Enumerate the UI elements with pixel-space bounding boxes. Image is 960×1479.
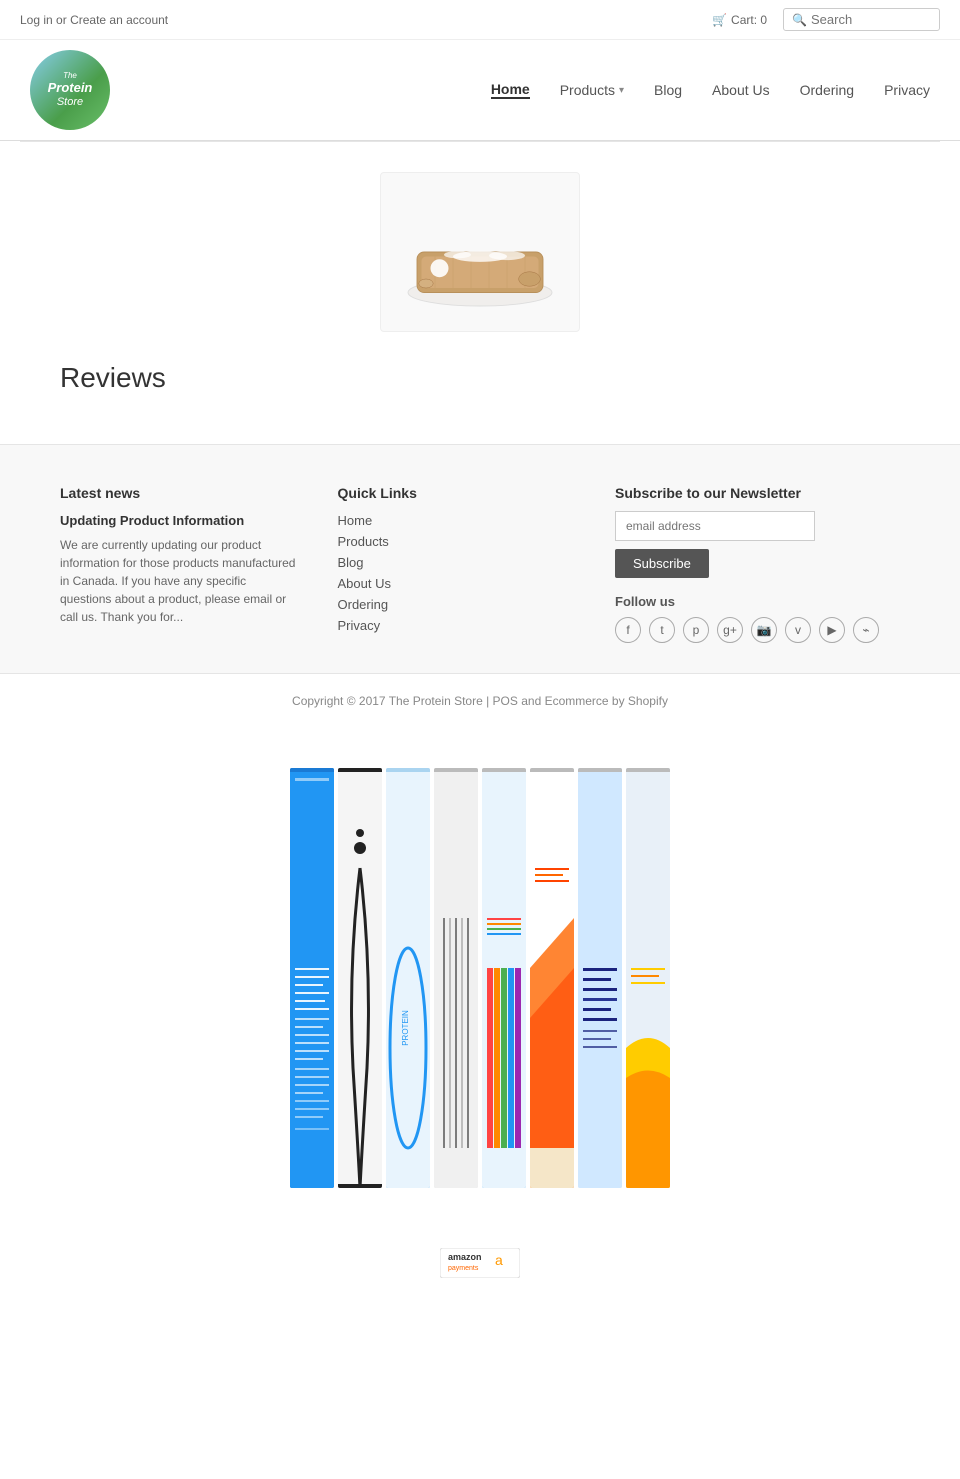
search-input[interactable]: [811, 12, 931, 27]
follow-us-section: Follow us f t p g+ 📷 v ▶ ⌁: [615, 594, 900, 643]
nav-ordering[interactable]: Ordering: [800, 82, 854, 98]
main-nav: Home Products ▾ Blog About Us Ordering P…: [491, 81, 930, 99]
news-article-title[interactable]: Updating Product Information: [60, 513, 298, 528]
svg-text:a: a: [495, 1252, 503, 1268]
instagram-icon[interactable]: 📷: [751, 617, 777, 643]
login-link[interactable]: Log in: [20, 13, 53, 27]
book-7-svg: [578, 768, 622, 1188]
footer-link-home[interactable]: Home: [338, 513, 576, 528]
svg-text:payments: payments: [448, 1265, 479, 1272]
logo-the: The: [48, 71, 93, 81]
footer-link-ordering[interactable]: Ordering: [338, 597, 576, 612]
nav-blog[interactable]: Blog: [654, 82, 682, 98]
book-1-svg: [290, 768, 334, 1188]
footer-link-about[interactable]: About Us: [338, 576, 576, 591]
amazon-svg: amazon payments a: [440, 1248, 520, 1278]
googleplus-icon[interactable]: g+: [717, 617, 743, 643]
book-item-3[interactable]: PROTEIN: [386, 768, 430, 1188]
footer-link-products[interactable]: Products: [338, 534, 576, 549]
book-6-svg: [530, 768, 574, 1188]
amazon-badge[interactable]: amazon payments a: [440, 1248, 520, 1281]
or-text: or: [56, 13, 67, 27]
cart-icon: 🛒: [712, 13, 727, 27]
footer-links-col: Quick Links Home Products Blog About Us …: [338, 485, 576, 643]
nav-home[interactable]: Home: [491, 81, 530, 99]
book-5-svg: [482, 768, 526, 1188]
newsletter-email-input[interactable]: [615, 511, 815, 541]
pinterest-icon[interactable]: p: [683, 617, 709, 643]
book-item-4[interactable]: [434, 768, 478, 1188]
nav-products[interactable]: Products: [560, 82, 615, 98]
reviews-heading: Reviews: [60, 362, 900, 394]
book-2-svg: [338, 768, 382, 1188]
copyright: Copyright © 2017 The Protein Store | POS…: [0, 673, 960, 728]
social-icons-row: f t p g+ 📷 v ▶ ⌁: [615, 617, 900, 643]
logo-circle: The Protein Store: [30, 50, 110, 130]
book-item-7[interactable]: [578, 768, 622, 1188]
footer: Latest news Updating Product Information…: [0, 444, 960, 673]
search-icon: 🔍: [792, 13, 807, 27]
cart-label: Cart: 0: [731, 13, 767, 27]
copyright-text: Copyright © 2017 The Protein Store | POS…: [292, 694, 668, 708]
book-item-2[interactable]: [338, 768, 382, 1188]
logo-text: The Protein Store: [48, 71, 93, 109]
facebook-icon[interactable]: f: [615, 617, 641, 643]
nav-products-wrapper[interactable]: Products ▾: [560, 82, 624, 98]
footer-news-col: Latest news Updating Product Information…: [60, 485, 298, 643]
food-svg: [390, 187, 570, 317]
book-4-svg: [434, 768, 478, 1188]
chevron-down-icon: ▾: [619, 85, 624, 96]
news-article-text: We are currently updating our product in…: [60, 536, 298, 626]
create-account-link[interactable]: Create an account: [70, 13, 168, 27]
svg-text:PROTEIN: PROTEIN: [401, 1010, 410, 1046]
book-3-svg: PROTEIN: [386, 768, 430, 1188]
logo-protein: Protein: [48, 80, 93, 96]
product-image: [380, 172, 580, 332]
book-8-svg: [626, 768, 670, 1188]
footer-newsletter-col: Subscribe to our Newsletter Subscribe Fo…: [615, 485, 900, 643]
top-bar: Log in or Create an account 🛒 Cart: 0 🔍: [0, 0, 960, 40]
book-item-8[interactable]: [626, 768, 670, 1188]
footer-link-privacy[interactable]: Privacy: [338, 618, 576, 633]
hero-section: [0, 142, 960, 352]
youtube-icon[interactable]: ▶: [819, 617, 845, 643]
logo-area[interactable]: The Protein Store: [30, 50, 110, 130]
amazon-section: amazon payments a: [0, 1208, 960, 1301]
vimeo-icon[interactable]: v: [785, 617, 811, 643]
cart-link[interactable]: 🛒 Cart: 0: [712, 13, 767, 27]
svg-text:amazon: amazon: [448, 1252, 482, 1262]
books-section: PROTEIN: [0, 728, 960, 1208]
book-item-1[interactable]: [290, 768, 334, 1188]
follow-us-label: Follow us: [615, 594, 900, 609]
twitter-icon[interactable]: t: [649, 617, 675, 643]
logo-store: Store: [48, 96, 93, 109]
footer-link-blog[interactable]: Blog: [338, 555, 576, 570]
books-container: PROTEIN: [290, 768, 670, 1188]
nav-privacy[interactable]: Privacy: [884, 82, 930, 98]
book-item-6[interactable]: [530, 768, 574, 1188]
latest-news-heading: Latest news: [60, 485, 298, 501]
subscribe-button[interactable]: Subscribe: [615, 549, 709, 578]
top-bar-right: 🛒 Cart: 0 🔍: [712, 8, 940, 31]
search-box[interactable]: 🔍: [783, 8, 940, 31]
site-header: The Protein Store Home Products ▾ Blog A…: [0, 40, 960, 141]
nav-about[interactable]: About Us: [712, 82, 770, 98]
book-item-5[interactable]: [482, 768, 526, 1188]
quick-links-heading: Quick Links: [338, 485, 576, 501]
newsletter-heading: Subscribe to our Newsletter: [615, 485, 900, 501]
reviews-section: Reviews: [0, 352, 960, 444]
rss-icon[interactable]: ⌁: [853, 617, 879, 643]
login-area[interactable]: Log in or Create an account: [20, 13, 168, 27]
